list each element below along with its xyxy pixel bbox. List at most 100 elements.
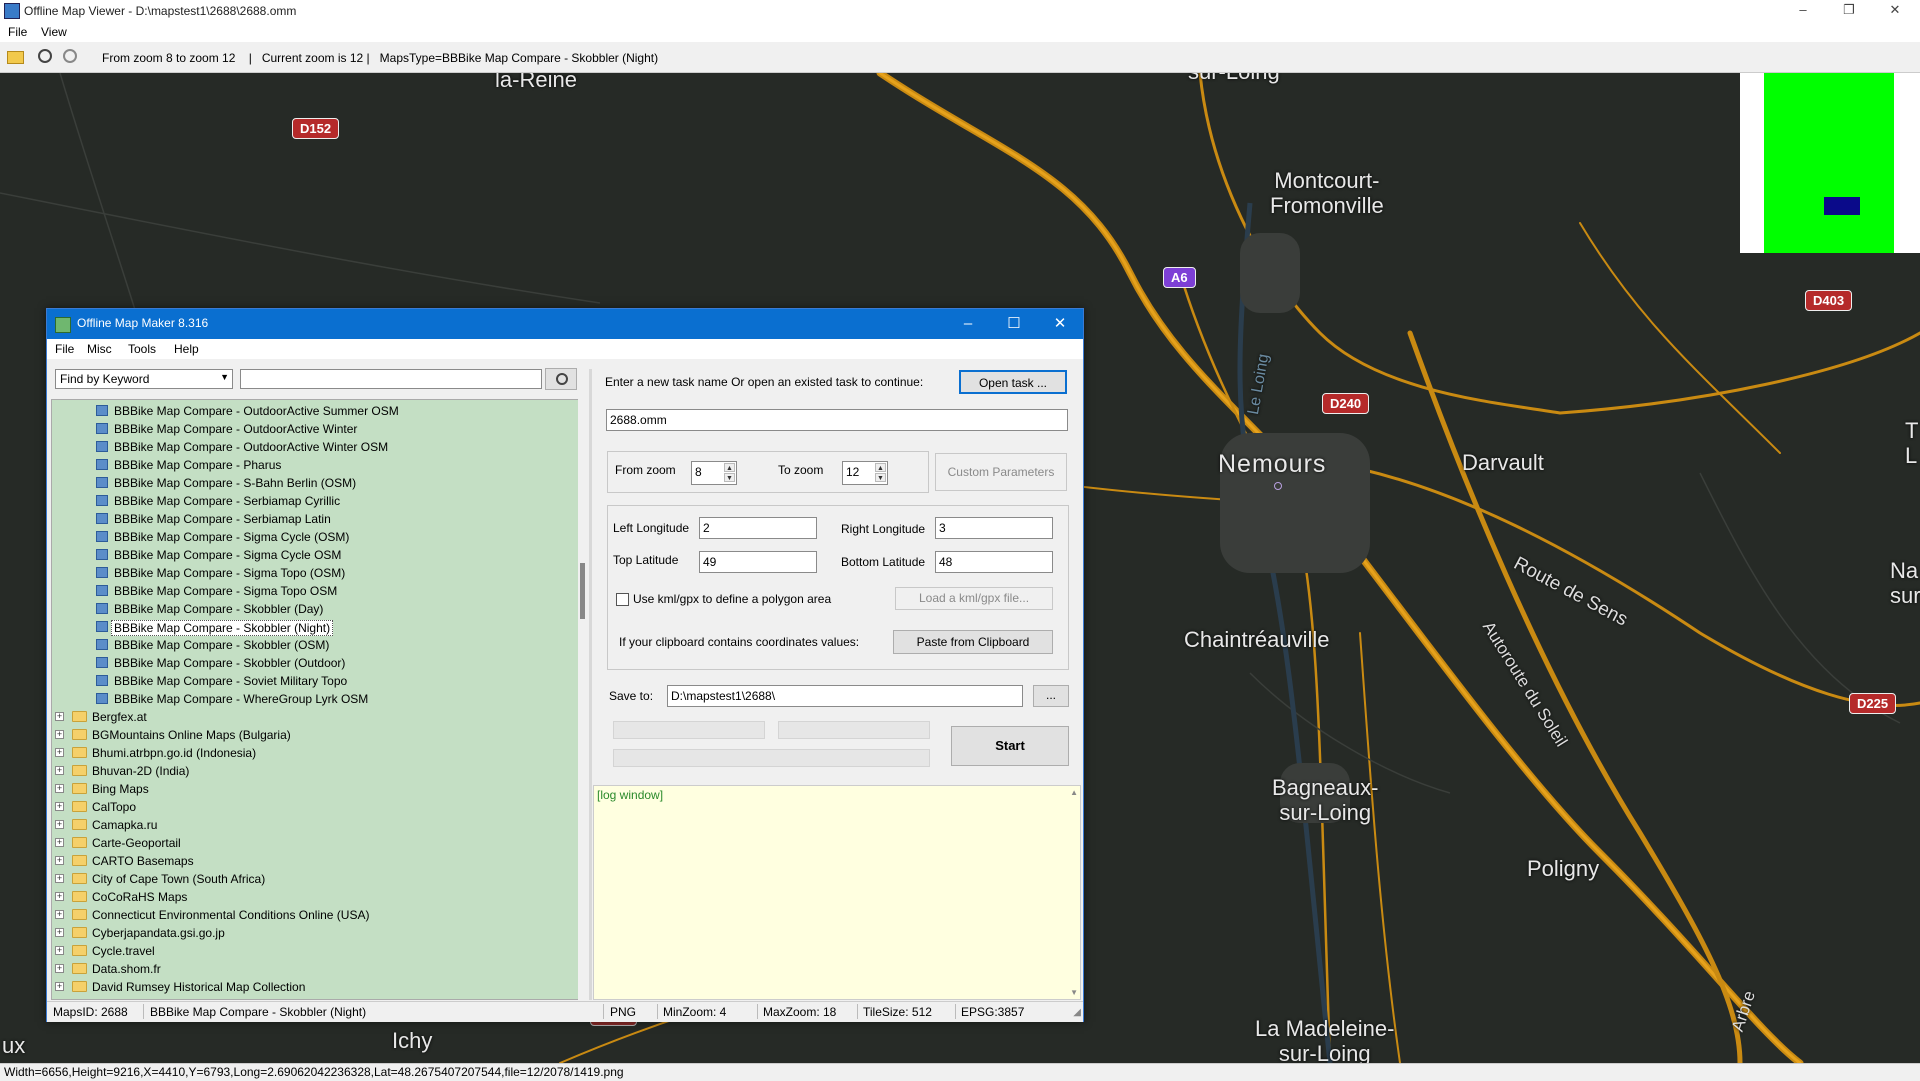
maximize-icon[interactable]: ❐ (1826, 0, 1872, 22)
from-zoom-stepper[interactable]: 8 ▲ ▼ (691, 461, 737, 485)
tile-info-text: Width=6656,Height=9216,X=4410,Y=6793,Lon… (4, 1065, 624, 1079)
tree-item-label: BBBike Map Compare - S-Bahn Berlin (OSM) (114, 476, 357, 490)
log-scroll-up-icon[interactable]: ▲ (1070, 788, 1078, 797)
expand-icon[interactable]: + (55, 910, 64, 919)
expand-icon[interactable]: + (55, 982, 64, 991)
expand-icon[interactable]: + (55, 928, 64, 937)
expand-icon[interactable]: + (55, 766, 64, 775)
minimap[interactable] (1740, 73, 1920, 253)
expand-icon[interactable]: + (55, 784, 64, 793)
dialog-menu-misc[interactable]: Misc (87, 342, 112, 356)
top-latitude-field[interactable]: 49 (699, 551, 817, 573)
log-scroll-down-icon[interactable]: ▼ (1070, 988, 1078, 997)
dialog-maximize-icon[interactable]: ☐ (991, 309, 1037, 339)
menu-view[interactable]: View (41, 25, 67, 39)
expand-icon[interactable]: + (55, 964, 64, 973)
location-marker-icon (1274, 482, 1282, 490)
tree-scrollbar-thumb[interactable] (580, 563, 585, 619)
close-icon[interactable]: ✕ (1872, 0, 1918, 22)
expand-icon[interactable]: + (55, 712, 64, 721)
expand-icon[interactable]: + (55, 802, 64, 811)
expand-icon[interactable]: + (55, 820, 64, 829)
dialog-titlebar[interactable]: Offline Map Maker 8.316 – ☐ ✕ (47, 309, 1083, 339)
place-darvault: Darvault (1462, 450, 1544, 475)
to-zoom-up-icon[interactable]: ▲ (875, 463, 886, 472)
zoom-out-icon[interactable] (38, 49, 52, 63)
menu-file[interactable]: File (8, 25, 27, 39)
from-zoom-up-icon[interactable]: ▲ (724, 463, 735, 472)
search-button[interactable] (545, 368, 577, 390)
custom-parameters-button[interactable]: Custom Parameters (935, 453, 1067, 491)
left-longitude-field[interactable]: 2 (699, 517, 817, 539)
progress-bar-total (613, 749, 930, 767)
tree-item-label: BBBike Map Compare - Skobbler (Outdoor) (114, 656, 346, 670)
dialog-menu-help[interactable]: Help (174, 342, 199, 356)
status-format: PNG (610, 1005, 637, 1019)
tree-folder-label: CalTopo (92, 800, 137, 814)
tree-folder-label: City of Cape Town (South Africa) (92, 872, 266, 886)
open-folder-icon[interactable] (7, 51, 24, 64)
to-zoom-down-icon[interactable]: ▼ (875, 473, 886, 482)
place-partial-ux: ux (2, 1033, 26, 1058)
log-text: [log window] (597, 788, 664, 802)
dialog-close-icon[interactable]: ✕ (1037, 309, 1083, 339)
tree-item-label: BBBike Map Compare - WhereGroup Lyrk OSM (114, 692, 369, 706)
dialog-minimize-icon[interactable]: – (945, 309, 991, 339)
tree-item-label: BBBike Map Compare - OutdoorActive Winte… (114, 422, 358, 436)
status-epsg: EPSG:3857 (961, 1005, 1025, 1019)
folder-icon (72, 963, 87, 974)
folder-icon (72, 837, 87, 848)
expand-icon[interactable]: + (55, 856, 64, 865)
expand-icon[interactable]: + (55, 748, 64, 757)
clipboard-prompt-label: If your clipboard contains coordinates v… (619, 635, 860, 649)
app-icon (4, 3, 20, 19)
to-zoom-stepper[interactable]: 12 ▲ ▼ (842, 461, 888, 485)
offline-map-maker-dialog: Offline Map Maker 8.316 – ☐ ✕ File Misc … (46, 308, 1084, 1022)
browse-folder-button[interactable]: ... (1033, 685, 1069, 707)
start-button[interactable]: Start (951, 726, 1069, 766)
resize-grip-icon[interactable]: ◢ (1073, 1007, 1081, 1018)
search-input[interactable] (240, 369, 542, 389)
tree-scrollbar[interactable] (578, 399, 588, 1000)
bottom-latitude-field[interactable]: 48 (935, 551, 1053, 573)
folder-icon (72, 855, 87, 866)
road-label-a6: A6 (1163, 267, 1196, 288)
tree-folder-label: BGMountains Online Maps (Bulgaria) (92, 728, 291, 742)
zoom-in-icon[interactable] (63, 49, 77, 63)
folder-icon (72, 981, 87, 992)
save-to-field[interactable]: D:\mapstest1\2688\ (667, 685, 1023, 707)
panel-splitter[interactable] (589, 369, 592, 1000)
task-name-field[interactable]: 2688.omm (606, 409, 1068, 431)
search-mode-select[interactable]: Find by Keyword ▼ (55, 369, 233, 389)
tree-folder-label: Carte-Geoportail (92, 836, 181, 850)
place-partial-sur-loing: sur-Loing (1188, 73, 1280, 84)
map-tile-icon (96, 549, 108, 560)
expand-icon[interactable]: + (55, 730, 64, 739)
map-tile-icon (96, 693, 108, 704)
right-longitude-field[interactable]: 3 (935, 517, 1053, 539)
tree-folder-label: Cyberjapandata.gsi.go.jp (92, 926, 225, 940)
kml-checkbox[interactable] (616, 593, 629, 606)
paste-clipboard-button[interactable]: Paste from Clipboard (893, 630, 1053, 654)
map-source-tree[interactable]: BBBike Map Compare - OutdoorActive Summe… (51, 399, 579, 1000)
expand-icon[interactable]: + (55, 946, 64, 955)
viewer-zoom-status: From zoom 8 to zoom 12 | Current zoom is… (102, 51, 659, 65)
from-zoom-down-icon[interactable]: ▼ (724, 473, 735, 482)
open-task-button[interactable]: Open task ... (959, 370, 1067, 394)
search-icon (556, 373, 568, 385)
status-min-zoom: MinZoom: 4 (663, 1005, 727, 1019)
load-kml-button[interactable]: Load a kml/gpx file... (895, 587, 1053, 610)
minimize-icon[interactable]: – (1780, 0, 1826, 22)
viewer-titlebar: Offline Map Viewer - D:\mapstest1\2688\2… (0, 0, 1920, 22)
viewer-menubar (0, 22, 1920, 42)
expand-icon[interactable]: + (55, 892, 64, 901)
map-tile-icon (96, 675, 108, 686)
folder-icon (72, 891, 87, 902)
expand-icon[interactable]: + (55, 838, 64, 847)
dialog-menu-file[interactable]: File (55, 342, 74, 356)
bottom-latitude-label: Bottom Latitude (841, 555, 926, 569)
expand-icon[interactable]: + (55, 874, 64, 883)
log-window[interactable]: [log window] ▲ ▼ (593, 785, 1081, 1000)
dialog-menu-tools[interactable]: Tools (128, 342, 156, 356)
to-zoom-value: 12 (846, 465, 860, 479)
